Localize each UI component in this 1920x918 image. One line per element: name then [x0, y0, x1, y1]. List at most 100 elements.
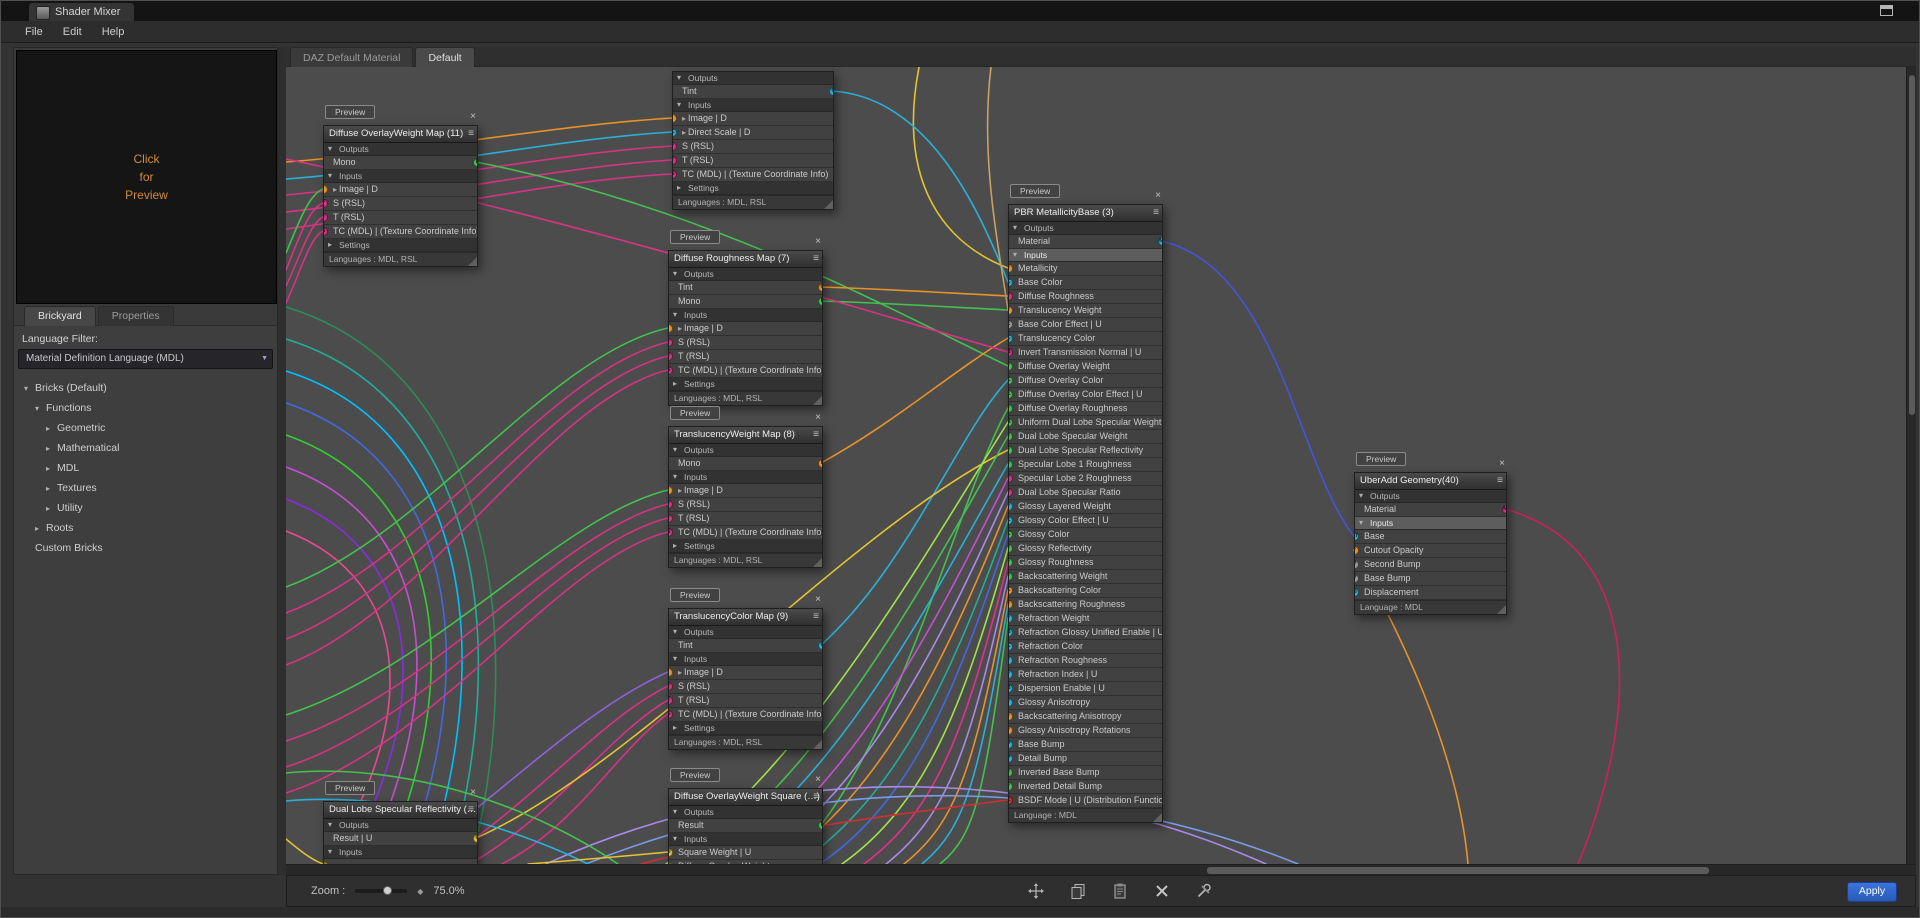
node-menu-icon[interactable]: ≡	[468, 126, 474, 142]
input-port[interactable]: F	[324, 199, 328, 208]
node-row-t-rsl[interactable]: T (RSL) F	[324, 211, 477, 225]
input-port[interactable]: F	[669, 696, 673, 705]
node-menu-icon[interactable]: ≡	[468, 802, 474, 818]
node-texture-node[interactable]: ▾OutputsTintC▾Inputs▸Image | DI▸Direct S…	[672, 71, 834, 210]
node-row-dual-lobe-specular-reflectivity[interactable]: Dual Lobe Specular Reflectivity F	[1009, 444, 1162, 458]
node-row-second-bump[interactable]: Second Bump P	[1355, 558, 1506, 572]
menu-file[interactable]: File	[15, 21, 53, 43]
input-port[interactable]: F	[669, 352, 673, 361]
node-section-settings[interactable]: ▸ Settings	[669, 378, 822, 391]
output-port[interactable]: F	[818, 297, 822, 306]
input-port[interactable]: F	[1009, 474, 1013, 483]
input-port[interactable]: F	[1009, 614, 1013, 623]
node-row-glossy-color-effect-u[interactable]: Glossy Color Effect | U E	[1009, 514, 1162, 528]
input-port[interactable]: I	[673, 114, 677, 123]
node-preview-button[interactable]: Preview	[670, 406, 721, 420]
resize-grip-icon[interactable]	[813, 740, 822, 749]
section-expand-icon[interactable]: ▸	[677, 182, 681, 194]
node-row-mono[interactable]: Mono F	[669, 457, 822, 471]
node-dual-lobe-specular-reflectivity[interactable]: Preview × Dual Lobe Specular Reflectivity …	[323, 781, 478, 864]
input-port[interactable]: C	[1009, 530, 1013, 539]
tree-expand-icon[interactable]: ▸	[46, 439, 57, 459]
node-section-inputs[interactable]: ▾ Inputs	[669, 309, 822, 322]
node-section-outputs[interactable]: ▾ Outputs	[324, 819, 477, 832]
node-menu-icon[interactable]: ≡	[813, 789, 819, 805]
tree-item-textures[interactable]: ▸ Textures	[14, 478, 277, 498]
node-row-s-rsl[interactable]: S (RSL) F	[669, 336, 822, 350]
node-row-dual-lobe-specular-ratio[interactable]: Dual Lobe Specular Ratio F	[1009, 486, 1162, 500]
canvas-tab-daz-default-material[interactable]: DAZ Default Material	[290, 47, 414, 68]
input-port[interactable]: F	[669, 500, 673, 509]
node-title[interactable]: Diffuse OverlayWeight Square (…) ≡	[669, 789, 822, 806]
node-row-glossy-anisotropy[interactable]: Glossy Anisotropy F	[1009, 696, 1162, 710]
node-row-tint[interactable]: Tint C	[669, 639, 822, 653]
node-row-glossy-roughness[interactable]: Glossy Roughness F	[1009, 556, 1162, 570]
tree-item-mdl[interactable]: ▸ MDL	[14, 458, 277, 478]
node-row-tint[interactable]: Tint C	[669, 281, 822, 295]
zoom-slider-knob[interactable]	[383, 886, 393, 895]
tree-item-bricks-default[interactable]: ▾ Bricks (Default)	[14, 378, 277, 398]
node-row-material[interactable]: Material MT	[1009, 235, 1162, 249]
input-port[interactable]: U	[669, 862, 673, 864]
input-port[interactable]: F	[1009, 712, 1013, 721]
node-row-diffuse-overlay-weight[interactable]: Diffuse Overlay Weight U	[669, 860, 822, 864]
input-port[interactable]: C	[673, 128, 677, 137]
node-row-row[interactable]: U	[324, 859, 477, 864]
input-port[interactable]: F	[1009, 726, 1013, 735]
input-port[interactable]: MT	[1355, 532, 1359, 541]
section-expand-icon[interactable]: ▸	[328, 239, 332, 251]
menu-help[interactable]: Help	[92, 21, 135, 43]
node-row-mono[interactable]: Mono F	[324, 156, 477, 170]
section-collapse-icon[interactable]: ▾	[677, 72, 681, 84]
node-menu-icon[interactable]: ≡	[813, 427, 819, 443]
input-port[interactable]: I	[324, 185, 328, 194]
node-row-s-rsl[interactable]: S (RSL) F	[324, 197, 477, 211]
horizontal-scrollbar[interactable]	[286, 864, 1916, 875]
input-port[interactable]: F	[673, 142, 677, 151]
node-close-icon[interactable]: ×	[815, 594, 821, 606]
resize-grip-icon[interactable]	[1153, 813, 1162, 822]
tree-expand-icon[interactable]: ▸	[46, 419, 57, 439]
tab-brickyard[interactable]: Brickyard	[24, 306, 96, 326]
input-port[interactable]: F	[1009, 572, 1013, 581]
input-port[interactable]: F	[1009, 656, 1013, 665]
node-row-refraction-weight[interactable]: Refraction Weight F	[1009, 612, 1162, 626]
node-row-s-rsl[interactable]: S (RSL) F	[673, 140, 833, 154]
input-port[interactable]: U	[324, 861, 328, 864]
node-pbr-metallicitybase[interactable]: Preview × PBR MetallicityBase (3) ≡ ▾ Outputs…	[1008, 184, 1163, 823]
tree-item-mathematical[interactable]: ▸ Mathematical	[14, 438, 277, 458]
tree-expand-icon[interactable]: ▸	[46, 459, 57, 479]
node-row-image-d[interactable]: ▸Image | D I	[669, 666, 822, 680]
section-collapse-icon[interactable]: ▾	[328, 846, 332, 858]
node-row-t-rsl[interactable]: T (RSL) F	[673, 154, 833, 168]
input-port[interactable]: P	[1355, 560, 1359, 569]
input-port[interactable]: S	[669, 366, 673, 375]
input-port[interactable]: B	[1009, 418, 1013, 427]
node-title[interactable]: TranslucencyWeight Map (8) ≡	[669, 427, 822, 444]
input-port[interactable]: P	[1355, 574, 1359, 583]
output-port[interactable]: U	[473, 834, 477, 843]
section-collapse-icon[interactable]: ▾	[673, 806, 677, 818]
node-close-icon[interactable]: ×	[815, 236, 821, 248]
resize-grip-icon[interactable]	[813, 396, 822, 405]
input-port[interactable]: F	[1009, 600, 1013, 609]
input-port[interactable]: F	[669, 514, 673, 523]
node-row-s-rsl[interactable]: S (RSL) F	[669, 680, 822, 694]
section-expand-icon[interactable]: ▸	[673, 540, 677, 552]
node-section-inputs[interactable]: ▾ Inputs	[324, 846, 477, 859]
zoom-slider[interactable]	[355, 886, 408, 895]
node-menu-icon[interactable]: ≡	[813, 251, 819, 267]
input-port[interactable]: F	[1009, 460, 1013, 469]
node-section-inputs[interactable]: ▾ Inputs	[324, 170, 477, 183]
node-row-backscattering-anisotropy[interactable]: Backscattering Anisotropy F	[1009, 710, 1162, 724]
row-expand-icon[interactable]: ▸	[678, 486, 682, 495]
tree-expand-icon[interactable]: ▸	[46, 499, 57, 519]
node-row-refraction-index-u[interactable]: Refraction Index | U F	[1009, 668, 1162, 682]
input-port[interactable]: F	[673, 156, 677, 165]
dock-panel-icon[interactable]	[1880, 5, 1893, 16]
node-close-icon[interactable]: ×	[815, 774, 821, 786]
node-menu-icon[interactable]: ≡	[1497, 473, 1503, 489]
tab-properties[interactable]: Properties	[97, 306, 174, 326]
vertical-scrollbar[interactable]	[1906, 67, 1916, 864]
section-collapse-icon[interactable]: ▾	[328, 170, 332, 182]
